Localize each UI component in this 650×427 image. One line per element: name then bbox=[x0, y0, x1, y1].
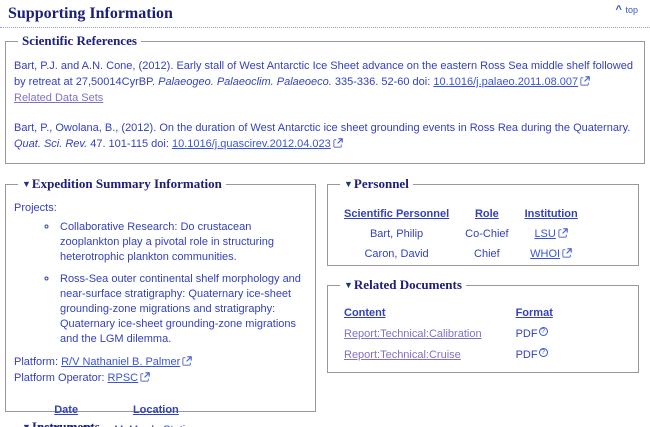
project-item: Collaborative Research: Do crustacean zo… bbox=[58, 220, 307, 265]
expedition-summary-section: ▼Expedition Summary Information Projects… bbox=[5, 176, 316, 412]
format-help-icon[interactable]: ? bbox=[539, 327, 548, 336]
back-to-top-link[interactable]: ^ top bbox=[616, 4, 638, 16]
instruments-legend[interactable]: ▼Instruments bbox=[18, 419, 104, 427]
reference-item: Bart, P.J. and A.N. Cone, (2012). Early … bbox=[14, 58, 636, 106]
page-header: Supporting Information ^ top bbox=[0, 0, 650, 28]
personnel-col-header: Institution bbox=[517, 204, 586, 224]
external-link-icon bbox=[562, 248, 572, 258]
collapse-triangle-icon: ▼ bbox=[344, 280, 353, 290]
scientific-references-section: Scientific References Bart, P.J. and A.N… bbox=[5, 33, 645, 164]
journal-name: Quat. Sci. Rev. bbox=[14, 138, 87, 150]
document-format-cell: PDF? bbox=[488, 323, 559, 344]
reference-text: 47. 101-115 doi: bbox=[87, 138, 172, 150]
documents-col-header: Content bbox=[338, 303, 488, 323]
doi-link-text: 10.1016/j.quascirev.2012.04.023 bbox=[172, 138, 331, 150]
projects-label: Projects: bbox=[14, 202, 307, 214]
platform-operator-label: Platform Operator: bbox=[14, 372, 104, 384]
caret-up-icon: ^ bbox=[616, 4, 623, 16]
institution-link-text: LSU bbox=[534, 228, 555, 240]
collapse-triangle-icon: ▼ bbox=[22, 179, 31, 189]
project-item: Ross-Sea outer continental shelf morphol… bbox=[58, 272, 307, 347]
format-help-icon[interactable]: ? bbox=[539, 348, 548, 357]
platform-link-text: R/V Nathaniel B. Palmer bbox=[61, 356, 180, 368]
platform-operator-row: Platform Operator: RPSC bbox=[14, 370, 307, 386]
page-title: Supporting Information bbox=[8, 5, 173, 23]
doi-link[interactable]: 10.1016/j.quascirev.2012.04.023 bbox=[172, 138, 331, 150]
related-data-sets-text: Related Data Sets bbox=[14, 92, 103, 104]
table-row: Report:Technical:Cruise PDF? bbox=[338, 344, 559, 365]
institution-link[interactable]: WHOI bbox=[530, 248, 560, 260]
instruments-section: ▼Instruments bbox=[5, 419, 316, 427]
legend-text: Related Documents bbox=[354, 277, 462, 292]
personnel-name: Bart, Philip bbox=[336, 224, 457, 244]
doi-link[interactable]: 10.1016/j.palaeo.2011.08.007 bbox=[433, 76, 578, 88]
related-documents-section: ▼Related Documents Content Format Report… bbox=[327, 277, 639, 373]
institution-cell: LSU bbox=[517, 224, 586, 244]
collapse-triangle-icon: ▼ bbox=[22, 422, 31, 427]
document-link-text: Report:Technical:Cruise bbox=[344, 349, 461, 361]
external-link-icon bbox=[333, 138, 343, 148]
scientific-references-legend: Scientific References bbox=[18, 33, 141, 49]
table-row: Report:Technical:Calibration PDF? bbox=[338, 323, 559, 344]
legend-text: Expedition Summary Information bbox=[32, 176, 222, 191]
document-format-cell: PDF? bbox=[488, 344, 559, 365]
legend-text: Instruments bbox=[32, 419, 100, 427]
external-link-icon bbox=[558, 228, 568, 238]
reference-item: Bart, P., Owolana, B., (2012). On the du… bbox=[14, 120, 636, 152]
format-label: PDF bbox=[516, 349, 538, 361]
document-content-cell: Report:Technical:Cruise bbox=[338, 344, 488, 365]
legend-text: Personnel bbox=[354, 176, 409, 191]
dates-col-header: Location bbox=[104, 400, 207, 420]
institution-link-text: WHOI bbox=[530, 248, 560, 260]
personnel-role: Chief bbox=[457, 244, 516, 264]
related-documents-table: Content Format Report:Technical:Calibrat… bbox=[338, 303, 559, 365]
external-link-icon bbox=[580, 76, 590, 86]
platform-row: Platform: R/V Nathaniel B. Palmer bbox=[14, 354, 307, 370]
personnel-section: ▼Personnel Scientific Personnel Role Ins… bbox=[327, 176, 639, 266]
platform-operator-link-text: RPSC bbox=[108, 372, 139, 384]
expedition-summary-legend[interactable]: ▼Expedition Summary Information bbox=[18, 176, 226, 192]
format-label: PDF bbox=[516, 328, 538, 340]
table-row: Bart, Philip Co-Chief LSU bbox=[336, 224, 586, 244]
reference-text: Bart, P., Owolana, B., (2012). On the du… bbox=[14, 122, 630, 134]
page: Supporting Information ^ top Scientific … bbox=[0, 0, 650, 427]
dates-col-header: Date bbox=[28, 400, 104, 420]
document-link[interactable]: Report:Technical:Calibration bbox=[344, 328, 482, 340]
platform-operator-link[interactable]: RPSC bbox=[108, 372, 139, 384]
document-link[interactable]: Report:Technical:Cruise bbox=[344, 349, 461, 361]
doi-link-text: 10.1016/j.palaeo.2011.08.007 bbox=[433, 76, 578, 88]
collapse-triangle-icon: ▼ bbox=[344, 179, 353, 189]
personnel-col-header: Scientific Personnel bbox=[336, 204, 457, 224]
external-link-icon bbox=[140, 372, 150, 382]
institution-link[interactable]: LSU bbox=[534, 228, 555, 240]
top-link-label: top bbox=[625, 5, 638, 15]
journal-name: Palaeogeo. Palaeoclim. Palaeoeco. bbox=[158, 76, 332, 88]
platform-label: Platform: bbox=[14, 356, 58, 368]
reference-text: 335-336. 52-60 doi: bbox=[332, 76, 434, 88]
personnel-role: Co-Chief bbox=[457, 224, 516, 244]
personnel-col-header: Role bbox=[457, 204, 516, 224]
platform-link[interactable]: R/V Nathaniel B. Palmer bbox=[61, 356, 180, 368]
personnel-name: Caron, David bbox=[336, 244, 457, 264]
table-row: Caron, David Chief WHOI bbox=[336, 244, 586, 264]
related-data-sets-link[interactable]: Related Data Sets bbox=[14, 92, 103, 104]
personnel-legend[interactable]: ▼Personnel bbox=[340, 176, 413, 192]
document-content-cell: Report:Technical:Calibration bbox=[338, 323, 488, 344]
institution-cell: WHOI bbox=[517, 244, 586, 264]
documents-col-header: Format bbox=[488, 303, 559, 323]
personnel-table: Scientific Personnel Role Institution Ba… bbox=[336, 204, 586, 264]
external-link-icon bbox=[182, 356, 192, 366]
document-link-text: Report:Technical:Calibration bbox=[344, 328, 482, 340]
legend-text: Scientific References bbox=[22, 33, 137, 48]
projects-list: Collaborative Research: Do crustacean zo… bbox=[14, 220, 307, 347]
related-documents-legend[interactable]: ▼Related Documents bbox=[340, 277, 466, 293]
